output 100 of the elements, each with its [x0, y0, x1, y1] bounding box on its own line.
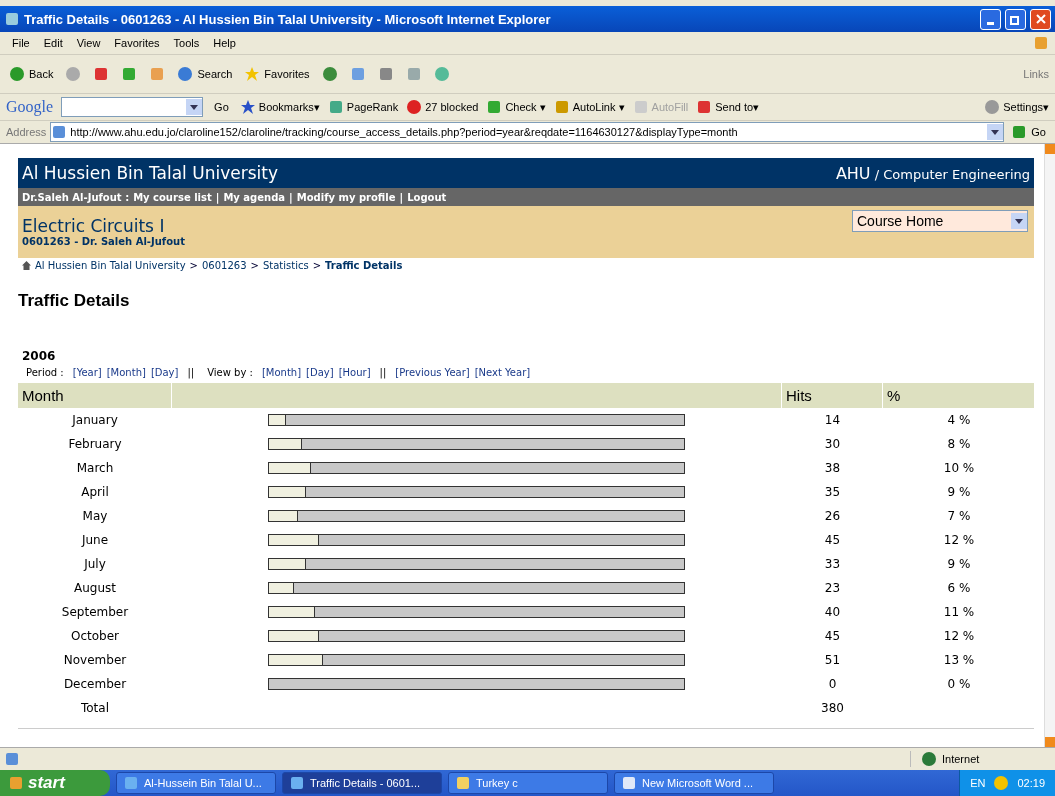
- bookmark-button[interactable]: Bookmarks▾: [239, 99, 320, 115]
- percent-cell-text: 6 %: [946, 580, 972, 597]
- settings-button[interactable]: Settings▾: [984, 99, 1049, 115]
- breadcrumb-link[interactable]: 0601263: [201, 260, 247, 271]
- close-icon: [1035, 14, 1046, 24]
- taskbar-button[interactable]: Traffic Details - 0601...: [282, 772, 442, 794]
- page-title: Traffic Details: [18, 291, 131, 311]
- star-icon: [239, 99, 256, 115]
- month-cell-text: February: [67, 436, 123, 453]
- hits-cell-text: 14: [823, 412, 842, 429]
- pagerank-button[interactable]: PageRank: [327, 99, 399, 115]
- menu-item[interactable]: Tools: [167, 35, 206, 51]
- period-label: ||: [187, 367, 195, 378]
- period-link[interactable]: [Year]: [72, 367, 102, 378]
- autolink-button[interactable]: AutoLink ▾: [553, 99, 625, 115]
- nav-separator: |: [399, 191, 404, 203]
- links-label[interactable]: Links: [1023, 68, 1049, 80]
- menu-item[interactable]: File: [6, 35, 36, 51]
- period-link[interactable]: [Day]: [150, 367, 179, 378]
- dropdown-icon[interactable]: [186, 99, 203, 115]
- google-search-field[interactable]: [61, 97, 204, 117]
- menu-item[interactable]: View: [70, 35, 107, 51]
- period-link[interactable]: [Month]: [106, 367, 146, 378]
- period-label: Period :: [26, 367, 64, 378]
- hits-cell-text: 0: [827, 676, 838, 693]
- total-cell-text: 380: [820, 700, 845, 717]
- restore-button[interactable]: [1005, 8, 1026, 30]
- percent-cell-text: 12 %: [942, 628, 976, 645]
- month-cell-text: August: [73, 580, 117, 597]
- course-menu-select[interactable]: Course Home: [852, 210, 1028, 232]
- breadcrumb-separator: >: [189, 260, 198, 271]
- breadcrumb-link[interactable]: Traffic Details: [325, 260, 403, 271]
- breadcrumb-link[interactable]: Al Hussien Bin Talal University: [35, 260, 186, 271]
- menu-item[interactable]: Help: [207, 35, 242, 51]
- month-cell-text: October: [70, 628, 120, 645]
- hits-cell-text: 23: [823, 580, 842, 597]
- year-label: 2006: [22, 349, 57, 363]
- period-link[interactable]: [Next Year]: [474, 367, 531, 378]
- month-cell-text: January: [70, 412, 119, 429]
- menu-item[interactable]: Edit: [37, 35, 69, 51]
- column-header: Month: [18, 383, 172, 408]
- taskbar-button[interactable]: New Microsoft Word ...: [614, 772, 774, 794]
- percent-cell-text: 9 %: [946, 484, 972, 501]
- nav-link[interactable]: My course list: [133, 191, 212, 203]
- menu-item[interactable]: Favorites: [108, 35, 166, 51]
- hits-cell-text: 33: [823, 556, 842, 573]
- send-button[interactable]: Send to▾: [696, 99, 760, 115]
- month-cell-text: May: [81, 508, 109, 525]
- hits-cell-text: 30: [823, 436, 842, 453]
- dropdown-icon[interactable]: [987, 124, 1004, 140]
- percent-cell-text: 7 %: [946, 508, 972, 525]
- breadcrumb-separator: >: [312, 260, 321, 271]
- column-header: %: [883, 383, 1035, 408]
- month-cell-text: April: [80, 484, 110, 501]
- percent-cell-text: 8 %: [946, 436, 972, 453]
- month-cell-text: June: [80, 532, 110, 549]
- percent-cell-text: 0 %: [946, 676, 972, 693]
- month-cell-text: December: [62, 676, 128, 693]
- minimize-button[interactable]: [980, 8, 1001, 30]
- breadcrumb-separator: >: [250, 260, 259, 271]
- month-cell-text: March: [75, 460, 115, 477]
- zone-label: Internet: [942, 753, 980, 765]
- taskbar-button[interactable]: Al-Hussein Bin Talal U...: [116, 772, 276, 794]
- period-link[interactable]: [Month]: [261, 367, 302, 378]
- star-icon: [244, 66, 261, 82]
- hits-cell-text: 51: [823, 652, 842, 669]
- nav-link[interactable]: Modify my profile: [296, 191, 396, 203]
- percent-cell-text: 10 %: [942, 460, 976, 477]
- back-button[interactable]: Back: [6, 64, 57, 84]
- percent-cell-text: 13 %: [942, 652, 976, 669]
- nav-separator: |: [215, 191, 220, 203]
- address-field[interactable]: http://www.ahu.edu.jo/claroline152/claroline/tracking/course_access_details.php?period=year&reqdate=1164630127&displayType=month: [50, 122, 1005, 142]
- taskbar-button[interactable]: Turkey c: [448, 772, 608, 794]
- restore-icon: [1010, 13, 1021, 25]
- blocked-button[interactable]: 27 blocked: [406, 99, 479, 115]
- nav-link[interactable]: Logout: [407, 191, 447, 203]
- start-button[interactable]: start: [0, 770, 110, 796]
- month-cell-text: November: [62, 652, 128, 669]
- check-button[interactable]: Check ▾: [486, 99, 546, 115]
- period-label: View by :: [207, 367, 253, 378]
- go-button[interactable]: Go: [1008, 122, 1049, 142]
- address-label: Address: [6, 126, 47, 138]
- favorites-button[interactable]: Favorites: [241, 64, 313, 84]
- period-link[interactable]: [Day]: [306, 367, 334, 378]
- hits-cell-text: 40: [823, 604, 842, 621]
- period-link[interactable]: [Previous Year]: [395, 367, 470, 378]
- dropdown-icon[interactable]: [1011, 213, 1027, 229]
- hits-cell-text: 38: [823, 460, 842, 477]
- nav-link[interactable]: My agenda: [223, 191, 286, 203]
- search-button[interactable]: Search: [174, 64, 236, 84]
- site-name: Al Hussien Bin Talal University: [22, 163, 278, 183]
- hits-cell-text: 45: [823, 532, 842, 549]
- close-button[interactable]: [1030, 8, 1051, 30]
- hits-cell-text: 45: [823, 628, 842, 645]
- go-button[interactable]: Go: [211, 99, 232, 115]
- month-cell-text: July: [82, 556, 107, 573]
- hits-cell-text: 26: [823, 508, 842, 525]
- percent-cell-text: 11 %: [942, 604, 976, 621]
- breadcrumb-link[interactable]: Statistics: [262, 260, 309, 271]
- period-link[interactable]: [Hour]: [338, 367, 371, 378]
